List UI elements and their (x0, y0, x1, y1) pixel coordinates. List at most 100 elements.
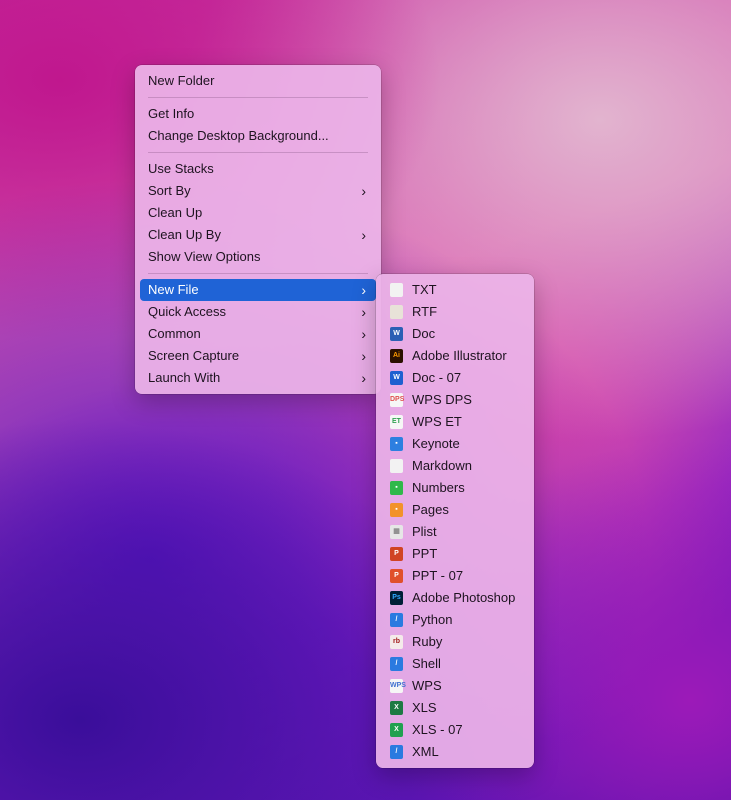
wps-et-icon: ET (390, 415, 403, 429)
menu-item-label: Change Desktop Background... (148, 128, 329, 143)
menu-item-show-view-options[interactable]: Show View Options (140, 246, 376, 268)
menu-item-use-stacks[interactable]: Use Stacks (140, 158, 376, 180)
submenu-item-xml[interactable]: / XML (381, 741, 529, 763)
menu-item-label: New Folder (148, 73, 215, 88)
menu-item-label: Sort By (148, 183, 191, 198)
xml-file-icon: / (390, 745, 403, 759)
menu-item-label: Quick Access (148, 304, 227, 319)
submenu-item-ruby[interactable]: rb Ruby (381, 631, 529, 653)
powerpoint-icon: P (390, 547, 403, 561)
submenu-item-rtf[interactable]: RTF (381, 301, 529, 323)
submenu-item-markdown[interactable]: Markdown (381, 455, 529, 477)
menu-item-label: Clean Up By (148, 227, 221, 242)
menu-separator (148, 273, 368, 274)
submenu-item-label: RTF (412, 304, 438, 319)
menu-item-label: Screen Capture (148, 348, 240, 363)
submenu-item-xls-07[interactable]: X XLS - 07 (381, 719, 529, 741)
desktop-context-menu: New Folder Get Info Change Desktop Backgro… (135, 65, 381, 394)
illustrator-icon: Ai (390, 349, 403, 363)
submenu-item-txt[interactable]: TXT (381, 279, 529, 301)
submenu-item-wps[interactable]: WPS WPS (381, 675, 529, 697)
menu-item-quick-access[interactable]: Quick Access › (140, 301, 376, 323)
menu-item-clean-up-by[interactable]: Clean Up By › (140, 224, 376, 246)
submenu-item-label: Pages (412, 502, 449, 517)
submenu-item-numbers[interactable]: ▪ Numbers (381, 477, 529, 499)
submenu-item-label: Ruby (412, 634, 443, 649)
submenu-item-label: PPT - 07 (412, 568, 464, 583)
submenu-item-label: TXT (412, 282, 437, 297)
menu-item-label: Show View Options (148, 249, 261, 264)
submenu-item-doc[interactable]: W Doc (381, 323, 529, 345)
submenu-item-label: Doc - 07 (412, 370, 462, 385)
menu-item-new-folder[interactable]: New Folder (140, 70, 376, 92)
word-doc-icon: W (390, 327, 403, 341)
menu-separator (148, 152, 368, 153)
menu-item-common[interactable]: Common › (140, 323, 376, 345)
submenu-item-label: XLS - 07 (412, 722, 463, 737)
word-docx-icon: W (390, 371, 403, 385)
submenu-item-wps-et[interactable]: ET WPS ET (381, 411, 529, 433)
submenu-item-label: Python (412, 612, 453, 627)
submenu-item-label: XML (412, 744, 439, 759)
numbers-icon: ▪ (390, 481, 403, 495)
submenu-item-label: Shell (412, 656, 441, 671)
powerpoint-pptx-icon: P (390, 569, 403, 583)
submenu-item-adobe-illustrator[interactable]: Ai Adobe Illustrator (381, 345, 529, 367)
menu-item-change-desktop-background[interactable]: Change Desktop Background... (140, 125, 376, 147)
menu-item-screen-capture[interactable]: Screen Capture › (140, 345, 376, 367)
chevron-right-icon: › (361, 326, 366, 342)
menu-separator (148, 97, 368, 98)
excel-icon: X (390, 701, 403, 715)
menu-item-label: Get Info (148, 106, 195, 121)
chevron-right-icon: › (361, 183, 366, 199)
submenu-item-doc-07[interactable]: W Doc - 07 (381, 367, 529, 389)
new-file-submenu: TXT RTF W Doc Ai Adobe Illustrator W Doc - 07 DP… (376, 274, 534, 768)
chevron-right-icon: › (361, 370, 366, 386)
submenu-item-label: Markdown (412, 458, 472, 473)
submenu-item-label: XLS (412, 700, 437, 715)
ruby-file-icon: rb (390, 635, 403, 649)
menu-item-clean-up[interactable]: Clean Up (140, 202, 376, 224)
wps-dps-icon: DPS (390, 393, 404, 407)
submenu-item-label: Adobe Photoshop (412, 590, 516, 605)
submenu-item-xls[interactable]: X XLS (381, 697, 529, 719)
menu-item-label: Launch With (148, 370, 221, 385)
submenu-item-keynote[interactable]: ▪ Keynote (381, 433, 529, 455)
plist-file-icon: ▦ (390, 525, 403, 539)
python-file-icon: / (390, 613, 403, 627)
menu-item-launch-with[interactable]: Launch With › (140, 367, 376, 389)
menu-item-sort-by[interactable]: Sort By › (140, 180, 376, 202)
excel-xlsx-icon: X (390, 723, 403, 737)
submenu-item-wps-dps[interactable]: DPS WPS DPS (381, 389, 529, 411)
rtf-file-icon (390, 305, 403, 319)
menu-item-label: Use Stacks (148, 161, 214, 176)
submenu-item-label: Adobe Illustrator (412, 348, 507, 363)
submenu-item-adobe-photoshop[interactable]: Ps Adobe Photoshop (381, 587, 529, 609)
chevron-right-icon: › (361, 304, 366, 320)
submenu-item-pages[interactable]: ▪ Pages (381, 499, 529, 521)
submenu-item-label: PPT (412, 546, 438, 561)
submenu-item-label: WPS (412, 678, 442, 693)
submenu-item-shell[interactable]: / Shell (381, 653, 529, 675)
menu-item-get-info[interactable]: Get Info (140, 103, 376, 125)
menu-item-label: Common (148, 326, 201, 341)
submenu-item-ppt[interactable]: P PPT (381, 543, 529, 565)
keynote-icon: ▪ (390, 437, 403, 451)
submenu-item-label: Keynote (412, 436, 460, 451)
chevron-right-icon: › (361, 282, 366, 298)
submenu-item-ppt-07[interactable]: P PPT - 07 (381, 565, 529, 587)
submenu-item-label: Doc (412, 326, 436, 341)
menu-item-label: Clean Up (148, 205, 203, 220)
txt-file-icon (390, 283, 403, 297)
submenu-item-label: Plist (412, 524, 437, 539)
submenu-item-plist[interactable]: ▦ Plist (381, 521, 529, 543)
menu-item-label: New File (148, 282, 199, 297)
photoshop-icon: Ps (390, 591, 403, 605)
chevron-right-icon: › (361, 348, 366, 364)
chevron-right-icon: › (361, 227, 366, 243)
pages-icon: ▪ (390, 503, 403, 517)
submenu-item-python[interactable]: / Python (381, 609, 529, 631)
menu-item-new-file[interactable]: New File › (140, 279, 376, 301)
submenu-item-label: Numbers (412, 480, 465, 495)
markdown-file-icon (390, 459, 403, 473)
